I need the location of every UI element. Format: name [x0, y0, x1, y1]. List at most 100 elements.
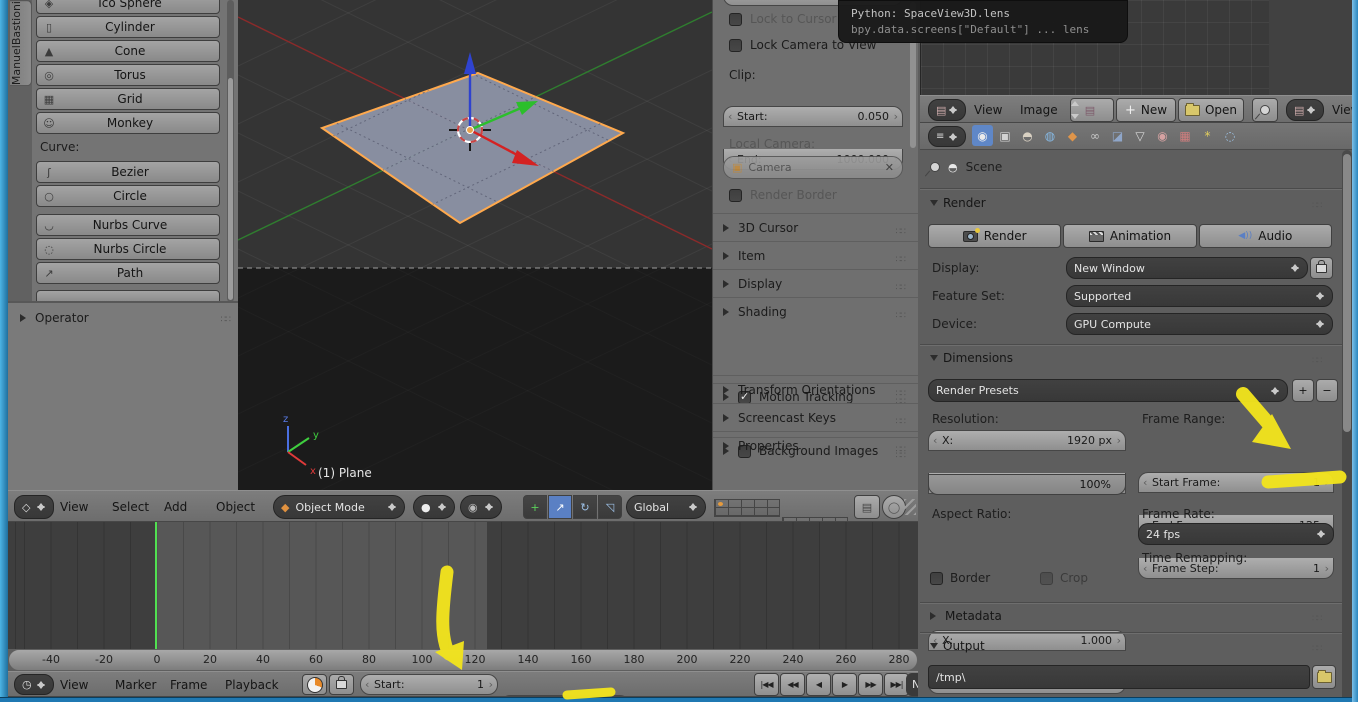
lock-to-cursor-row[interactable]: Lock to Cursor [729, 12, 836, 26]
render-audio-button[interactable]: ◀)) Audio [1198, 224, 1332, 248]
dimensions-panel-header[interactable]: Dimensions [930, 351, 1013, 365]
properties-tab[interactable]: ◉ [972, 125, 993, 146]
properties-tab[interactable]: ▽ [1130, 125, 1151, 146]
n-panel-section-header[interactable]: Properties [713, 431, 918, 459]
no-sync-button[interactable]: No [906, 673, 918, 696]
properties-tab[interactable]: ◍ [1040, 125, 1061, 146]
add-mesh-button[interactable]: ◈ Ico Sphere [36, 0, 220, 14]
start-frame-field[interactable]: Start Frame:1 [1138, 472, 1334, 493]
n-panel-section-header[interactable]: 3D Cursor [713, 213, 918, 241]
metadata-panel-header[interactable]: Metadata [930, 609, 1002, 623]
properties-tab[interactable]: ◪ [1107, 125, 1128, 146]
render-button[interactable]: Render [928, 224, 1062, 248]
properties-tab[interactable]: ∞ [1085, 125, 1106, 146]
properties-tab[interactable]: ▣ [995, 125, 1016, 146]
n-panel-section-header[interactable]: Screencast Keys [713, 403, 918, 431]
shelf-scrollbar-thumb[interactable] [228, 78, 233, 300]
properties-tab[interactable]: ◆ [1062, 125, 1083, 146]
properties-tab[interactable]: ▦ [1175, 125, 1196, 146]
display-lock-button[interactable] [1310, 257, 1333, 279]
manipulator-rotate-button[interactable]: ↻ [573, 495, 597, 519]
manipulator-axis-button[interactable]: + [523, 495, 547, 519]
menu-item[interactable]: Object [216, 500, 255, 514]
n-panel-section-header[interactable]: Transform Orientations [713, 375, 918, 403]
properties-tab[interactable]: ◉ [1152, 125, 1173, 146]
resolution-x-field[interactable]: X:1920 px [928, 430, 1126, 451]
editor-type-selector[interactable]: ◇ [14, 495, 54, 519]
render-presets-dropdown[interactable]: Render Presets [928, 379, 1288, 402]
properties-tab[interactable]: ◓ [1017, 125, 1038, 146]
add-mesh-button[interactable]: ▦ Grid [36, 88, 220, 110]
image-editor-type-selector[interactable]: ▤ [928, 99, 966, 121]
add-curve-button[interactable]: ʃ Bezier [36, 161, 220, 183]
image-datablock-selector[interactable]: ▤ [1070, 98, 1114, 122]
add-mesh-button[interactable]: ▲ Cone [36, 40, 220, 62]
lock-frame-button[interactable] [329, 674, 354, 695]
display-dropdown[interactable]: New Window [1066, 257, 1308, 279]
playback-button[interactable]: |◀◀ [754, 673, 779, 696]
timeline-region[interactable] [8, 522, 918, 649]
viewport-shading-selector[interactable]: ● [413, 495, 455, 519]
render-border-checkbox[interactable] [729, 188, 742, 202]
device-dropdown[interactable]: GPU Compute [1066, 313, 1333, 335]
n-panel-section-header[interactable]: Item [713, 241, 918, 269]
n-panel-section-header[interactable]: Display [713, 269, 918, 297]
feature-set-dropdown[interactable]: Supported [1066, 285, 1333, 307]
sync-playback-button[interactable] [302, 674, 327, 695]
properties-tab[interactable]: ◌ [1220, 125, 1241, 146]
add-curve-button[interactable]: ◌ Nurbs Circle [36, 238, 220, 260]
border-checkbox[interactable] [930, 571, 943, 585]
menu-item[interactable]: Frame [170, 678, 207, 692]
menu-item[interactable]: View [60, 678, 88, 692]
open-image-button[interactable]: Open [1178, 98, 1244, 122]
camera-selector[interactable]: ▣ Camera ✕ [723, 156, 903, 179]
render-panel-header[interactable]: Render [930, 196, 986, 210]
timeline-ruler[interactable]: -40 -20 0 20 40 60 80 100 120 140 160 180 200 220 240 2… [8, 649, 918, 671]
menu-item[interactable]: View [60, 500, 88, 514]
playback-button[interactable]: ◀◀ [780, 673, 805, 696]
lock-camera-checkbox[interactable] [729, 38, 742, 52]
image-view-menu[interactable]: View [974, 103, 1002, 117]
add-curve-button[interactable]: ○ Circle [36, 185, 220, 207]
properties-scrollbar[interactable] [1342, 150, 1352, 702]
mode-selector[interactable]: ◆ Object Mode [273, 495, 405, 519]
resolution-percent-button[interactable]: 100% [928, 474, 1126, 495]
header-corner-grip[interactable] [904, 499, 916, 515]
unlink-icon[interactable]: ✕ [885, 161, 894, 174]
properties-editor-selector[interactable]: ≡ [928, 126, 966, 147]
output-path-field[interactable]: /tmp\ [928, 665, 1310, 689]
current-frame-line[interactable] [155, 522, 157, 649]
second-editor-type-selector[interactable]: ▤ [1286, 99, 1324, 121]
menu-item[interactable]: Marker [115, 678, 156, 692]
pivot-point-selector[interactable]: ◉ [460, 495, 502, 519]
add-curve-button[interactable]: ↗ Path [36, 262, 220, 284]
render-animation-button[interactable]: Animation [1063, 224, 1197, 248]
crop-checkbox[interactable] [1040, 571, 1053, 585]
preset-remove-button[interactable]: − [1316, 379, 1338, 402]
render-border-row[interactable]: Render Border [729, 188, 837, 202]
menu-item[interactable]: Select [112, 500, 149, 514]
transform-orientation-selector[interactable]: Global [626, 495, 706, 519]
manipulator-scale-button[interactable]: ◹ [598, 495, 622, 519]
playback-button[interactable]: ▶▶ [858, 673, 883, 696]
timeline-editor-selector[interactable]: ◷ [14, 674, 54, 695]
playback-button[interactable]: ◀ [806, 673, 831, 696]
fps-dropdown[interactable]: 24 fps [1138, 523, 1334, 545]
snap-target-button[interactable]: ◯ [882, 495, 906, 519]
viewport-3d[interactable]: z y x (1) Plane [238, 0, 712, 490]
pin-image-button[interactable] [1252, 98, 1278, 122]
pin-icon[interactable] [930, 162, 940, 172]
preset-add-button[interactable]: + [1292, 379, 1314, 402]
timeline-start-field[interactable]: Start:1 [360, 674, 498, 695]
add-curve-button[interactable]: ◡ Nurbs Curve [36, 214, 220, 236]
add-mesh-button[interactable]: ☺ Monkey [36, 112, 220, 134]
output-browse-button[interactable] [1312, 665, 1336, 689]
playback-button[interactable]: ▶ [832, 673, 857, 696]
add-mesh-button[interactable]: ◎ Torus [36, 64, 220, 86]
add-mesh-button[interactable]: ▯ Cylinder [36, 16, 220, 38]
properties-tab[interactable]: * [1197, 125, 1218, 146]
layers-widget-a[interactable] [714, 499, 780, 517]
shelf-tab[interactable]: ManuelBastioni [10, 0, 32, 87]
crop-row[interactable]: Crop [1040, 571, 1088, 585]
shelf-scrollbar[interactable] [227, 0, 234, 302]
